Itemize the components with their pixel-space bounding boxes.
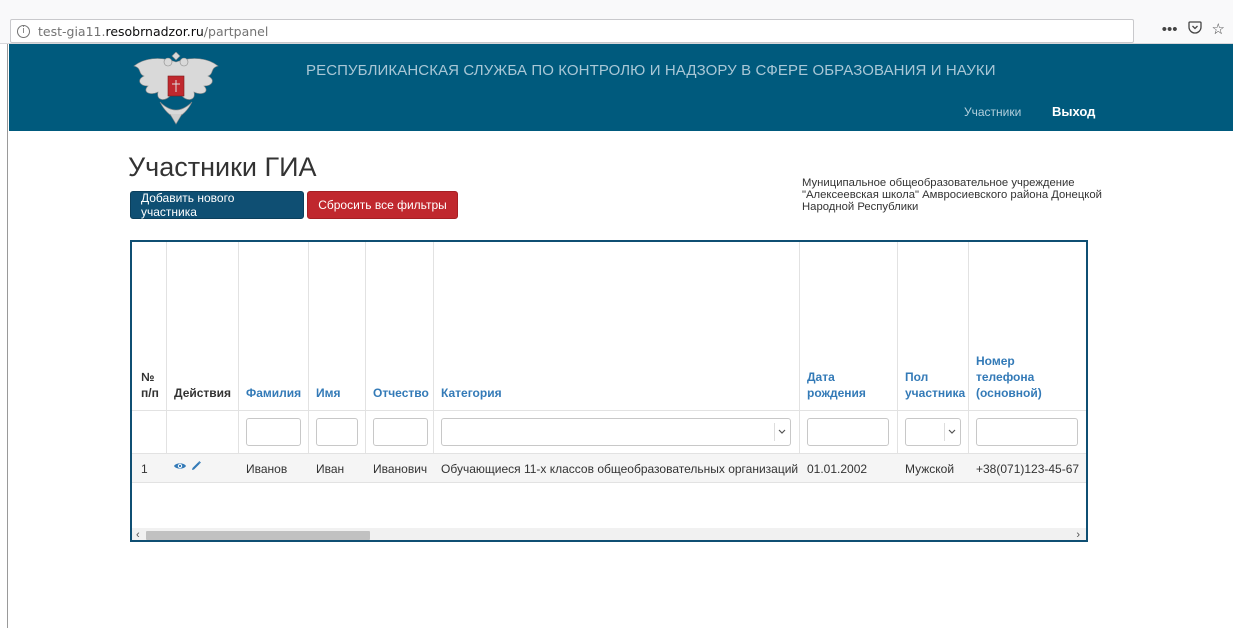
cell-birthdate: 01.01.2002 (807, 462, 868, 476)
pocket-icon[interactable] (1187, 20, 1202, 38)
filter-name-input[interactable] (316, 418, 358, 446)
col-divider (365, 242, 366, 482)
header-num-line2: п/п (141, 386, 159, 400)
cell-gender: Мужской (905, 462, 955, 476)
school-name: Муниципальное общеобразовательное учрежд… (802, 177, 1102, 213)
scroll-right-icon[interactable]: › (1076, 529, 1080, 540)
header-gender-sort[interactable]: Пол участника (905, 369, 965, 401)
col-divider (799, 242, 800, 482)
page-title: Участники ГИА (128, 152, 317, 182)
header-birthdate-line2: рождения (807, 386, 866, 400)
header-category-sort[interactable]: Категория (441, 385, 502, 401)
add-participant-button[interactable]: Добавить нового участника (130, 191, 304, 219)
col-divider (238, 242, 239, 482)
header-birthdate-line1: Дата (807, 370, 835, 384)
url-prefix: test-gia11. (38, 23, 106, 39)
header-gender-line1: Пол (905, 370, 929, 384)
address-bar[interactable]: i test-gia11. resobrnadzor.ru/partpanel (10, 19, 1134, 43)
row-divider (132, 482, 1086, 483)
more-icon[interactable]: ••• (1162, 21, 1178, 38)
site-header: РЕСПУБЛИКАНСКАЯ СЛУЖБА ПО КОНТРОЛЮ И НАД… (9, 44, 1233, 131)
filter-phone-input[interactable] (976, 418, 1078, 446)
scrollbar-thumb[interactable] (146, 531, 370, 540)
url-host: resobrnadzor.ru (105, 23, 204, 39)
filter-patronymic-input[interactable] (373, 418, 428, 446)
scroll-left-icon[interactable]: ‹ (136, 529, 140, 540)
filter-birthdate-input[interactable] (807, 418, 889, 446)
col-divider (308, 242, 309, 482)
header-phone-line3: (основной) (976, 386, 1042, 400)
header-patronymic-sort[interactable]: Отчество (373, 385, 429, 401)
emblem-icon (133, 52, 219, 125)
cell-num: 1 (141, 462, 148, 476)
header-phone-line1: Номер (976, 354, 1015, 368)
cell-surname: Иванов (246, 462, 288, 476)
header-birthdate-sort[interactable]: Дата рождения (807, 369, 866, 401)
filter-gender-select[interactable] (905, 418, 961, 446)
view-eye-icon[interactable] (173, 461, 187, 471)
cell-category: Обучающиеся 11-х классов общеобразовател… (441, 462, 799, 476)
col-divider (166, 242, 167, 482)
col-divider (897, 242, 898, 482)
info-icon[interactable]: i (17, 24, 30, 38)
header-actions: Действия (174, 386, 232, 400)
col-divider (433, 242, 434, 482)
browser-toolbar: i test-gia11. resobrnadzor.ru/partpanel •… (0, 0, 1233, 44)
chevron-down-icon (774, 423, 788, 441)
bookmark-star-icon[interactable]: ☆ (1212, 20, 1225, 38)
edit-pencil-icon[interactable] (190, 460, 202, 472)
cell-phone: +38(071)123-45-67 (976, 462, 1080, 476)
url-path: /partpanel (203, 23, 269, 39)
col-divider (968, 242, 969, 482)
filter-surname-input[interactable] (246, 418, 301, 446)
header-num-line1: № (141, 370, 155, 384)
header-phone-line2: телефона (976, 370, 1035, 384)
header-surname-sort[interactable]: Фамилия (246, 385, 301, 401)
participants-table-panel: № п/п Действия Фамилия Имя Отчество Кате… (130, 240, 1088, 542)
header-divider (132, 410, 1086, 411)
cell-patronymic: Иванович (373, 462, 428, 476)
header-phone-sort[interactable]: Номер телефона (основной) (976, 353, 1042, 401)
header-num: № п/п (141, 369, 159, 401)
browser-actions: ••• ☆ (1162, 20, 1225, 39)
nav-exit-link[interactable]: Выход (1052, 104, 1095, 119)
header-name-sort[interactable]: Имя (316, 385, 341, 401)
window-edge (0, 44, 8, 628)
header-gender-line2: участника (905, 386, 966, 400)
organization-title: РЕСПУБЛИКАНСКАЯ СЛУЖБА ПО КОНТРОЛЮ И НАД… (306, 62, 996, 79)
horizontal-scrollbar[interactable]: ‹ › (132, 528, 1086, 540)
chevron-down-icon (944, 423, 958, 441)
reset-filters-button[interactable]: Сбросить все фильтры (307, 191, 458, 219)
filter-category-select[interactable] (441, 418, 791, 446)
nav-participants-link[interactable]: Участники (964, 105, 1021, 119)
cell-name: Иван (316, 462, 345, 476)
